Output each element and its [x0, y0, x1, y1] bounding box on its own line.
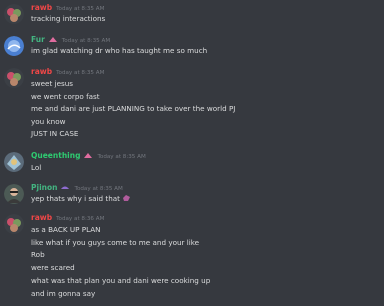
message-header: rawb Today at 8:35 AM [31, 3, 104, 12]
author-name[interactable]: rawb [31, 213, 52, 222]
avatar[interactable] [4, 36, 24, 56]
message-line: like what if you guys come to me and you… [31, 238, 200, 247]
avatar[interactable] [4, 214, 24, 234]
message-line: sweet jesus [31, 79, 74, 88]
message-line: tracking interactions [31, 14, 106, 23]
message-line: what was that plan you and dani were coo… [31, 276, 211, 285]
message-line: me and dani are just PLANNING to take ov… [31, 104, 236, 113]
message-line: Rob [31, 250, 45, 259]
author-name[interactable]: Queenthing [31, 151, 80, 160]
timestamp: Today at 8:35 AM [56, 6, 105, 12]
message-line: im glad watching dr who has taught me so… [31, 46, 208, 55]
message-text: yep thats why i said that [31, 194, 120, 203]
avatar[interactable] [4, 68, 24, 88]
message-line: yep thats why i said that [31, 194, 131, 203]
avatar[interactable] [4, 184, 24, 204]
message-line: and im gonna say [31, 289, 96, 298]
message-header: Pjinon Today at 8:35 AM [31, 183, 123, 192]
timestamp: Today at 8:35 AM [97, 154, 146, 160]
author-name[interactable]: rawb [31, 3, 52, 12]
message-header: Fur Today at 8:35 AM [31, 35, 110, 44]
message-header: Queenthing Today at 8:35 AM [31, 151, 146, 160]
timestamp: Today at 8:35 AM [74, 186, 123, 192]
message-line: as a BACK UP PLAN [31, 225, 101, 234]
badge-icon [60, 184, 70, 191]
author-name[interactable]: rawb [31, 67, 52, 76]
timestamp: Today at 8:36 AM [56, 216, 105, 222]
author-name[interactable]: Fur [31, 35, 45, 44]
avatar[interactable] [4, 152, 24, 172]
badge-icon [83, 152, 93, 159]
custom-emoji-icon [122, 194, 131, 202]
badge-icon [48, 36, 58, 43]
message-line: we went corpo fast [31, 92, 100, 101]
avatar[interactable] [4, 4, 24, 24]
timestamp: Today at 8:35 AM [61, 38, 111, 44]
message-line: JUST IN CASE [31, 129, 79, 138]
message-line: were scared [31, 263, 75, 272]
message-header: rawb Today at 8:36 AM [31, 213, 104, 222]
author-name[interactable]: Pjinon [31, 183, 57, 192]
message-header: rawb Today at 8:35 AM [31, 67, 104, 76]
message-line: you know [31, 117, 66, 126]
timestamp: Today at 8:35 AM [56, 70, 105, 76]
message-line: Lol [31, 163, 42, 172]
